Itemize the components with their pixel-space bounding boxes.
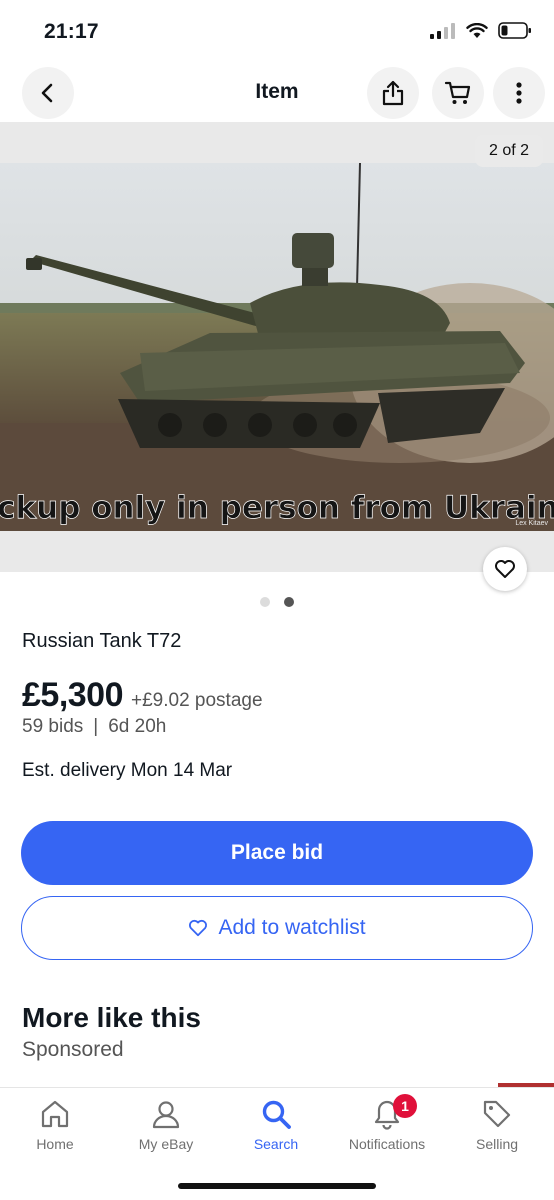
tab-selling[interactable]: Selling: [447, 1098, 547, 1152]
cart-icon: [444, 81, 471, 104]
add-to-watchlist-button[interactable]: Add to watchlist: [21, 896, 533, 960]
pagination-dot-active[interactable]: [284, 597, 294, 607]
bids-row: 59 bids | 6d 20h: [22, 716, 166, 738]
home-indicator: [178, 1183, 376, 1189]
tab-my-ebay-label: My eBay: [138, 1136, 194, 1152]
notification-badge: 1: [393, 1094, 417, 1118]
pagination-dot[interactable]: [260, 597, 270, 607]
wifi-icon: [466, 22, 488, 38]
image-counter: 2 of 2: [474, 135, 543, 167]
tab-notifications[interactable]: 1 Notifications: [337, 1094, 437, 1152]
share-icon: [382, 80, 404, 106]
pagination-dots: [0, 597, 554, 607]
more-like-this-heading: More like this: [22, 1002, 201, 1033]
share-button[interactable]: [367, 67, 419, 119]
tab-home-label: Home: [36, 1136, 74, 1152]
status-icons: [430, 22, 532, 39]
place-bid-button[interactable]: Place bid: [21, 821, 533, 885]
tank-photo[interactable]: pickup only in person from Ukraine Lex K…: [0, 163, 554, 531]
sponsored-label: Sponsored: [22, 1038, 124, 1061]
more-options-button[interactable]: [493, 67, 545, 119]
tag-icon: [483, 1100, 511, 1128]
photo-caption: pickup only in person from Ukraine: [0, 490, 554, 526]
heart-icon: [495, 560, 515, 578]
item-price: £5,300: [22, 676, 124, 714]
price-row: £5,300 +£9.02 postage: [22, 676, 263, 715]
photo-credit: Lex Kitaev: [515, 520, 548, 527]
tab-notifications-label: Notifications: [348, 1136, 426, 1152]
signal-icon: [430, 22, 455, 39]
bid-count: 59 bids: [22, 716, 84, 737]
tab-selling-label: Selling: [475, 1136, 519, 1152]
nav-bar: Item: [0, 66, 554, 122]
tab-my-ebay[interactable]: My eBay: [116, 1098, 216, 1152]
battery-icon: [498, 22, 531, 39]
status-bar: 21:17: [0, 0, 554, 62]
search-icon: [262, 1100, 291, 1129]
more-vertical-icon: [516, 82, 522, 104]
status-time: 21:17: [44, 20, 99, 43]
tab-search-label: Search: [253, 1136, 299, 1152]
tab-home[interactable]: Home: [5, 1098, 105, 1152]
time-left: 6d 20h: [108, 716, 167, 737]
postage-cost: +£9.02 postage: [131, 690, 263, 711]
heart-outline-icon: [189, 919, 208, 937]
bids-separator: |: [93, 716, 99, 737]
watch-heart-button[interactable]: [483, 547, 527, 591]
estimated-delivery: Est. delivery Mon 14 Mar: [22, 760, 233, 781]
cart-button[interactable]: [432, 67, 484, 119]
item-title: Russian Tank T72: [22, 630, 182, 652]
add-to-watchlist-label: Add to watchlist: [218, 916, 366, 939]
place-bid-label: Place bid: [230, 841, 324, 864]
tab-search[interactable]: Search: [226, 1098, 326, 1152]
home-icon: [41, 1100, 69, 1128]
user-icon: [152, 1101, 180, 1129]
